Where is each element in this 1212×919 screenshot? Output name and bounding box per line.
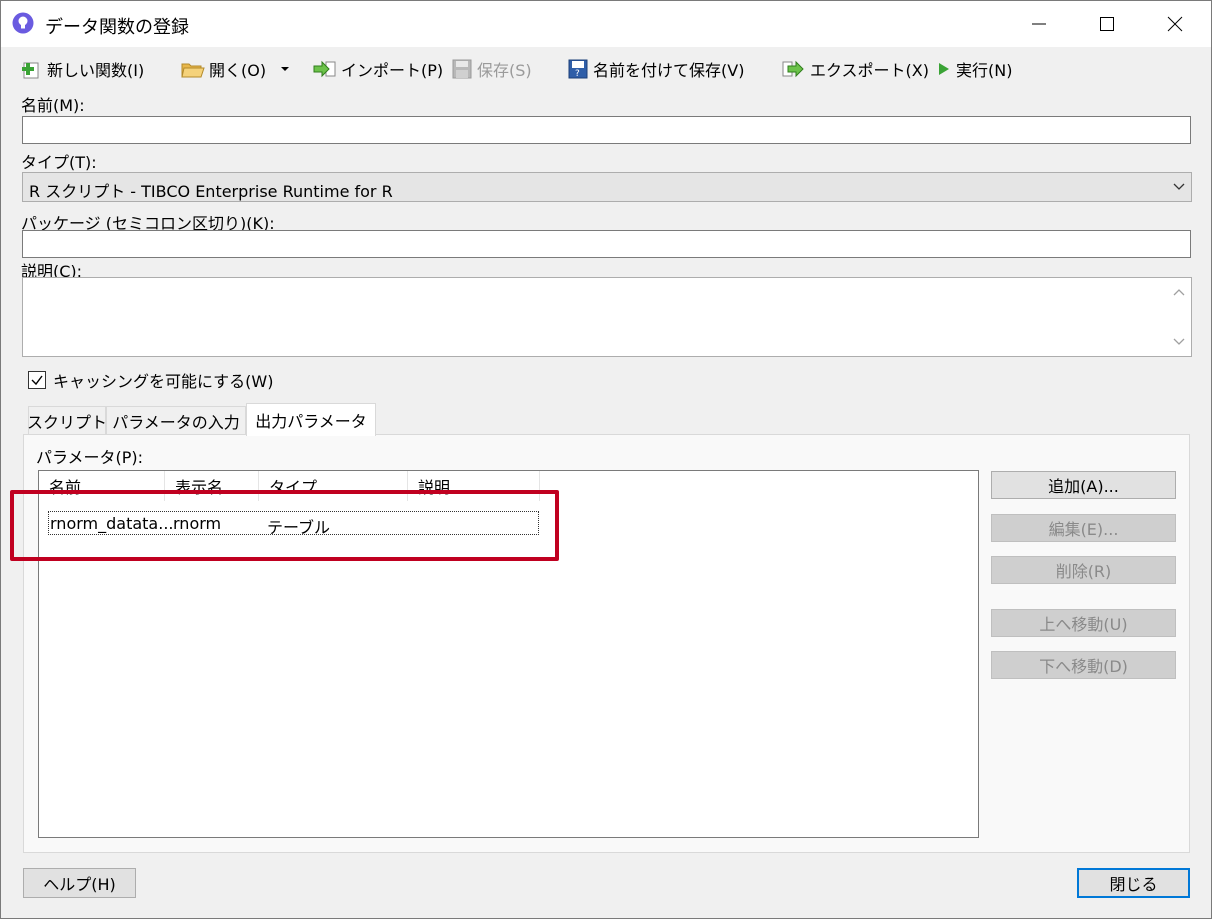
description-field[interactable] (22, 277, 1192, 357)
name-label: 名前(M): (21, 96, 85, 115)
save-as-icon: ? (568, 59, 588, 79)
caching-checkbox-row[interactable]: キャッシングを可能にする(W) (28, 369, 273, 391)
scroll-up-icon (1173, 289, 1185, 296)
chevron-down-icon (1173, 183, 1185, 190)
run-button[interactable]: 実行(N) (936, 55, 1012, 83)
highlight-annotation (10, 490, 559, 561)
window-title: データ関数の登録 (45, 17, 189, 38)
help-button[interactable]: ヘルプ(H) (23, 868, 136, 898)
dialog-window: データ関数の登録 新しい関数(I) 開く(O) インポート(P) 保存(S) ?… (0, 0, 1212, 919)
caching-checkbox[interactable] (28, 371, 46, 389)
play-icon (939, 63, 949, 75)
type-label: タイプ(T): (21, 153, 97, 172)
move-down-button[interactable]: 下へ移動(D) (991, 651, 1176, 679)
description-scrollbar[interactable] (1167, 278, 1191, 356)
toolbar: 新しい関数(I) 開く(O) インポート(P) 保存(S) ? 名前を付けて保存… (1, 55, 1211, 85)
add-parameter-button[interactable]: 追加(A)... (991, 471, 1176, 499)
scroll-down-icon (1173, 338, 1185, 345)
packages-field[interactable] (22, 230, 1191, 258)
import-button[interactable]: インポート(P) (313, 55, 443, 83)
open-label: 開く(O) (209, 61, 267, 80)
delete-parameter-button[interactable]: 削除(R) (991, 556, 1176, 584)
dropdown-arrow-icon (281, 67, 289, 71)
type-select-value: R スクリプト - TIBCO Enterprise Runtime for R (29, 182, 393, 201)
save-icon (452, 59, 472, 79)
import-label: インポート(P) (341, 61, 444, 80)
close-window-button[interactable] (1141, 1, 1209, 47)
import-icon (313, 60, 336, 78)
close-icon (1167, 16, 1183, 32)
title-bar[interactable]: データ関数の登録 (1, 1, 1211, 47)
tab-output-parameters[interactable]: 出力パラメータ (246, 403, 376, 436)
close-button[interactable]: 閉じる (1077, 868, 1190, 898)
save-as-label: 名前を付けて保存(V) (593, 61, 745, 80)
type-select[interactable]: R スクリプト - TIBCO Enterprise Runtime for R (22, 172, 1192, 202)
checkmark-icon (31, 375, 43, 386)
folder-open-icon (181, 63, 205, 78)
lightbulb-icon (12, 12, 34, 34)
new-function-icon (22, 62, 39, 79)
maximize-button[interactable] (1073, 1, 1141, 47)
export-icon (782, 60, 804, 78)
open-button[interactable]: 開く(O) (181, 55, 266, 83)
save-as-button[interactable]: ? 名前を付けて保存(V) (567, 55, 744, 83)
minimize-icon (1032, 23, 1046, 25)
export-label: エクスポート(X) (810, 61, 929, 80)
save-button[interactable]: 保存(S) (451, 55, 532, 83)
new-function-label: 新しい関数(I) (47, 61, 145, 80)
open-dropdown-button[interactable] (280, 55, 294, 83)
minimize-button[interactable] (1005, 1, 1073, 47)
move-up-button[interactable]: 上へ移動(U) (991, 609, 1176, 637)
parameters-list-label: パラメータ(P): (36, 448, 144, 467)
tab-script[interactable]: スクリプト (27, 406, 107, 434)
save-label: 保存(S) (477, 61, 532, 80)
name-field[interactable] (22, 116, 1191, 144)
tab-input-parameters[interactable]: パラメータの入力 (106, 406, 246, 434)
svg-text:?: ? (575, 69, 580, 79)
export-button[interactable]: エクスポート(X) (782, 55, 929, 83)
new-function-button[interactable]: 新しい関数(I) (21, 55, 144, 83)
run-label: 実行(N) (956, 61, 1013, 80)
edit-parameter-button[interactable]: 編集(E)... (991, 514, 1176, 542)
caching-label: キャッシングを可能にする(W) (53, 372, 274, 391)
maximize-icon (1100, 17, 1114, 31)
